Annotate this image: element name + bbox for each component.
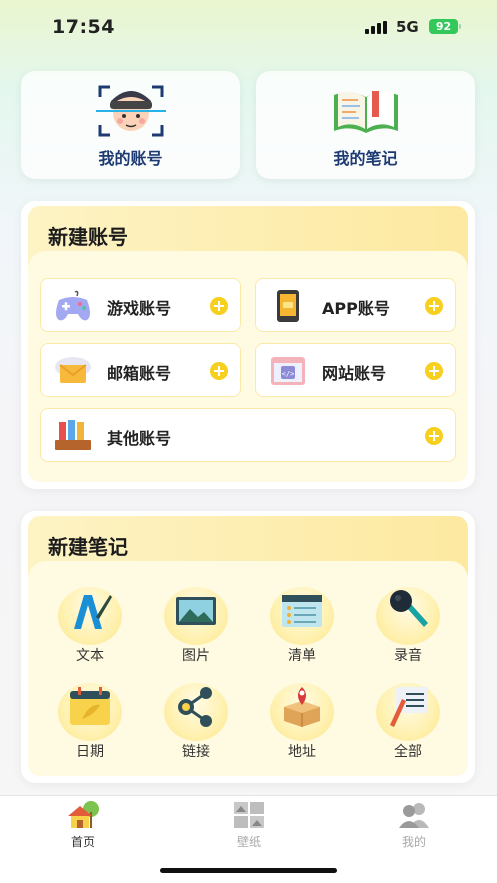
add-icon bbox=[425, 297, 443, 315]
open-book-icon bbox=[330, 83, 402, 143]
notes-all-icon bbox=[384, 685, 432, 729]
note-image-label: 图片 bbox=[182, 648, 210, 664]
phone-app-icon bbox=[268, 288, 308, 324]
note-all-label: 全部 bbox=[394, 744, 422, 760]
svg-text:</>: </> bbox=[282, 370, 295, 378]
my-accounts-card[interactable]: 我的账号 bbox=[21, 71, 240, 179]
folders-icon bbox=[53, 418, 93, 454]
new-account-title: 新建账号 bbox=[48, 225, 128, 249]
new-note-section: 新建笔记 文本 图片 清单 录音 日期 链接 地址 全部 bbox=[21, 511, 475, 783]
note-text-label: 文本 bbox=[76, 648, 104, 664]
face-scan-icon bbox=[95, 83, 166, 143]
note-date-label: 日期 bbox=[76, 744, 104, 760]
wallpaper-icon bbox=[232, 800, 266, 830]
note-link-label: 链接 bbox=[182, 744, 210, 760]
add-icon bbox=[425, 362, 443, 380]
mail-icon bbox=[53, 353, 93, 389]
note-recording-label: 录音 bbox=[394, 648, 422, 664]
signal-icon bbox=[365, 21, 389, 34]
checklist-icon bbox=[278, 589, 326, 633]
gamepad-icon bbox=[53, 288, 93, 324]
microphone-icon bbox=[384, 589, 432, 633]
tab-wallpaper[interactable]: 壁纸 bbox=[199, 800, 299, 850]
tab-home[interactable]: 首页 bbox=[33, 800, 133, 850]
email-account-label: 邮箱账号 bbox=[107, 364, 172, 383]
add-icon bbox=[210, 297, 228, 315]
website-account-label: 网站账号 bbox=[322, 364, 387, 383]
tab-profile-label: 我的 bbox=[401, 835, 426, 849]
note-checklist-label: 清单 bbox=[288, 648, 316, 664]
home-icon bbox=[66, 800, 100, 830]
game-account-button[interactable]: 游戏账号 bbox=[40, 278, 241, 332]
map-pin-box-icon bbox=[278, 685, 326, 729]
text-pen-icon bbox=[66, 589, 114, 633]
status-time: 17:54 bbox=[52, 16, 115, 38]
my-notes-label: 我的笔记 bbox=[333, 149, 398, 168]
other-account-button[interactable]: 其他账号 bbox=[40, 408, 456, 462]
network-type: 5G bbox=[396, 18, 419, 36]
tab-home-label: 首页 bbox=[70, 835, 95, 849]
tab-profile[interactable]: 我的 bbox=[364, 800, 464, 850]
profile-icon bbox=[397, 800, 431, 830]
note-address-label: 地址 bbox=[288, 744, 316, 760]
calendar-icon bbox=[66, 685, 114, 729]
battery-level: 92 bbox=[435, 20, 452, 33]
game-account-label: 游戏账号 bbox=[107, 299, 172, 318]
browser-code-icon: </> bbox=[268, 353, 308, 389]
share-link-icon bbox=[172, 685, 220, 729]
home-indicator bbox=[160, 868, 337, 873]
my-accounts-label: 我的账号 bbox=[98, 149, 163, 168]
add-icon bbox=[210, 362, 228, 380]
new-note-title: 新建笔记 bbox=[48, 535, 128, 559]
new-account-section: 新建账号 游戏账号 APP账号 邮箱账号 </> 网站账号 其他账号 bbox=[21, 201, 475, 489]
other-account-label: 其他账号 bbox=[107, 429, 172, 448]
app-account-label: APP账号 bbox=[322, 299, 390, 318]
add-icon bbox=[425, 427, 443, 445]
app-account-button[interactable]: APP账号 bbox=[255, 278, 456, 332]
email-account-button[interactable]: 邮箱账号 bbox=[40, 343, 241, 397]
status-bar: 17:54 5G 92 bbox=[0, 0, 497, 54]
website-account-button[interactable]: </> 网站账号 bbox=[255, 343, 456, 397]
tab-wallpaper-label: 壁纸 bbox=[236, 835, 261, 849]
battery-icon: 92 bbox=[429, 19, 461, 34]
my-notes-card[interactable]: 我的笔记 bbox=[256, 71, 475, 179]
picture-icon bbox=[172, 589, 220, 633]
